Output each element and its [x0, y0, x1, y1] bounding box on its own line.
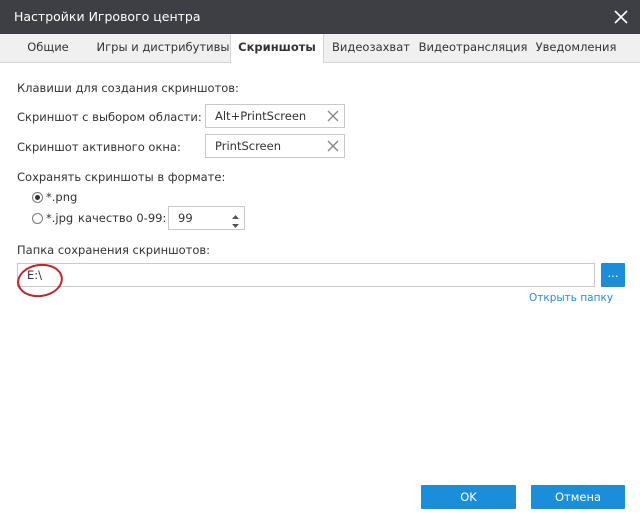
cancel-button[interactable]: Отмена: [531, 485, 625, 509]
tab-bar: Общие Игры и дистрибутивы Скриншоты Виде…: [0, 34, 640, 63]
folder-section-label: Папка сохранения скриншотов:: [17, 243, 211, 257]
window-title: Настройки Игрового центра: [14, 9, 201, 24]
tab-general[interactable]: Общие: [0, 34, 96, 62]
tab-video-capture[interactable]: Видеозахват: [324, 34, 418, 62]
jpg-radio[interactable]: [32, 213, 43, 224]
window-hotkey-value: PrintScreen: [215, 139, 281, 153]
tab-screenshots[interactable]: Скриншоты: [230, 34, 324, 63]
jpg-label: *.jpg: [46, 211, 74, 225]
quality-value: 99: [178, 211, 193, 225]
folder-path-field[interactable]: E:\: [17, 263, 595, 287]
spin-up-icon[interactable]: [231, 210, 240, 219]
title-bar: Настройки Игрового центра: [0, 0, 640, 34]
png-label: *.png: [46, 190, 78, 204]
quality-label: качество 0-99:: [78, 211, 167, 225]
png-radio[interactable]: [32, 192, 43, 203]
spin-down-icon[interactable]: [231, 219, 240, 228]
quality-spinbox[interactable]: 99: [168, 206, 245, 230]
tab-streaming[interactable]: Видеотрансляция: [418, 34, 528, 62]
browse-button[interactable]: ...: [601, 263, 625, 287]
window-hotkey-label: Скриншот активного окна:: [17, 140, 181, 154]
hotkeys-section-label: Клавиши для создания скриншотов:: [17, 81, 239, 95]
tab-games[interactable]: Игры и дистрибутивы: [96, 34, 230, 62]
open-folder-link[interactable]: Открыть папку: [529, 292, 613, 304]
area-hotkey-field[interactable]: Alt+PrintScreen: [205, 104, 345, 128]
ok-button[interactable]: OK: [421, 485, 516, 509]
window-hotkey-field[interactable]: PrintScreen: [205, 134, 345, 158]
clear-icon[interactable]: [327, 110, 339, 122]
format-section-label: Сохранять скриншоты в формате:: [17, 170, 226, 184]
clear-icon[interactable]: [327, 140, 339, 152]
close-icon[interactable]: [610, 6, 632, 28]
tab-notifications[interactable]: Уведомления: [528, 34, 624, 62]
area-hotkey-value: Alt+PrintScreen: [215, 109, 307, 123]
area-hotkey-label: Скриншот с выбором области:: [17, 110, 202, 124]
